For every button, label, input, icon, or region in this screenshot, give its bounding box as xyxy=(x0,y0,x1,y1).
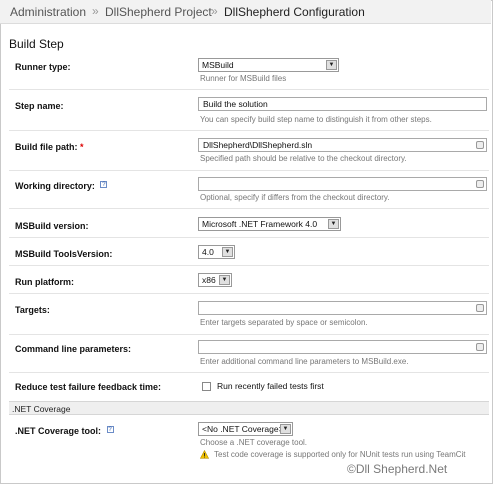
coverage-tool-label-text: .NET Coverage tool: xyxy=(15,426,102,436)
expand-icon[interactable] xyxy=(476,304,484,312)
help-icon[interactable]: ? xyxy=(100,181,108,188)
divider xyxy=(9,208,489,209)
command-line-parameters-label: Command line parameters: xyxy=(15,344,132,354)
working-directory-label: Working directory: ? xyxy=(15,181,108,191)
targets-input[interactable] xyxy=(198,301,487,315)
build-file-path-label: Build file path: * xyxy=(15,142,84,152)
chevron-down-icon: ▼ xyxy=(280,424,291,434)
reduce-feedback-label: Reduce test failure feedback time: xyxy=(15,382,162,392)
step-name-label: Step name: xyxy=(15,101,64,111)
msbuild-version-select[interactable]: Microsoft .NET Framework 4.0 ▼ xyxy=(198,217,341,231)
chevron-down-icon: ▼ xyxy=(328,219,339,229)
chevron-down-icon: ▼ xyxy=(222,247,233,257)
breadcrumb: Administration » DllShepherd Project » D… xyxy=(0,0,491,24)
divider xyxy=(9,170,489,171)
browse-icon[interactable] xyxy=(476,141,484,149)
coverage-warning-text: Test code coverage is supported only for… xyxy=(214,450,466,459)
msbuild-toolsversion-value: 4.0 xyxy=(202,247,214,257)
build-file-path-value: DllShepherd\DllShepherd.sln xyxy=(203,140,313,150)
run-failed-tests-first-label[interactable]: Run recently failed tests first xyxy=(217,381,324,391)
build-file-path-label-text: Build file path: xyxy=(15,142,78,152)
run-failed-tests-first-checkbox[interactable] xyxy=(202,382,211,391)
run-platform-select[interactable]: x86 ▼ xyxy=(198,273,232,287)
working-directory-label-text: Working directory: xyxy=(15,181,95,191)
command-line-parameters-input[interactable] xyxy=(198,340,487,354)
divider xyxy=(9,293,489,294)
msbuild-toolsversion-label: MSBuild ToolsVersion: xyxy=(15,249,113,259)
run-platform-value: x86 xyxy=(202,275,216,285)
command-line-parameters-note: Enter additional command line parameters… xyxy=(200,357,409,366)
targets-note: Enter targets separated by space or semi… xyxy=(200,318,368,327)
runner-type-value: MSBuild xyxy=(202,60,234,70)
divider xyxy=(9,130,489,131)
coverage-tool-label: .NET Coverage tool: ? xyxy=(15,426,114,436)
divider xyxy=(9,89,489,90)
page-title: Build Step xyxy=(9,37,64,51)
coverage-tool-note: Choose a .NET coverage tool. xyxy=(200,438,308,447)
help-icon[interactable]: ? xyxy=(106,426,114,433)
divider xyxy=(9,334,489,335)
step-name-input[interactable]: Build the solution xyxy=(198,97,487,111)
build-file-path-input[interactable]: DllShepherd\DllShepherd.sln xyxy=(198,138,487,152)
divider xyxy=(9,265,489,266)
breadcrumb-project[interactable]: DllShepherd Project xyxy=(105,5,212,19)
runner-type-select[interactable]: MSBuild ▼ xyxy=(198,58,339,72)
runner-type-label: Runner type: xyxy=(15,62,71,72)
build-file-path-note: Specified path should be relative to the… xyxy=(200,154,407,163)
runner-type-note: Runner for MSBuild files xyxy=(200,74,287,83)
section-header-dotnet-coverage: .NET Coverage xyxy=(9,401,489,415)
required-mark: * xyxy=(80,142,84,152)
coverage-tool-value: <No .NET Coverage> xyxy=(202,424,284,434)
divider xyxy=(9,237,489,238)
msbuild-version-value: Microsoft .NET Framework 4.0 xyxy=(202,219,318,229)
run-platform-label: Run platform: xyxy=(15,277,74,287)
chevron-down-icon: ▼ xyxy=(326,60,337,70)
breadcrumb-administration[interactable]: Administration xyxy=(10,5,86,19)
breadcrumb-separator: » xyxy=(211,4,218,18)
divider xyxy=(9,372,489,373)
targets-label: Targets: xyxy=(15,305,50,315)
warning-icon xyxy=(200,450,209,459)
browse-icon[interactable] xyxy=(476,180,484,188)
section-title: .NET Coverage xyxy=(12,404,71,414)
step-name-note: You can specify build step name to disti… xyxy=(200,115,432,124)
working-directory-note: Optional, specify if differs from the ch… xyxy=(200,193,390,202)
expand-icon[interactable] xyxy=(476,343,484,351)
coverage-tool-select[interactable]: <No .NET Coverage> ▼ xyxy=(198,422,293,436)
msbuild-version-label: MSBuild version: xyxy=(15,221,89,231)
breadcrumb-separator: » xyxy=(92,4,99,18)
step-name-value: Build the solution xyxy=(203,99,268,109)
msbuild-toolsversion-select[interactable]: 4.0 ▼ xyxy=(198,245,235,259)
breadcrumb-configuration: DllShepherd Configuration xyxy=(224,5,365,19)
chevron-down-icon: ▼ xyxy=(219,275,230,285)
working-directory-input[interactable] xyxy=(198,177,487,191)
watermark: ©Dll Shepherd.Net xyxy=(347,462,448,476)
